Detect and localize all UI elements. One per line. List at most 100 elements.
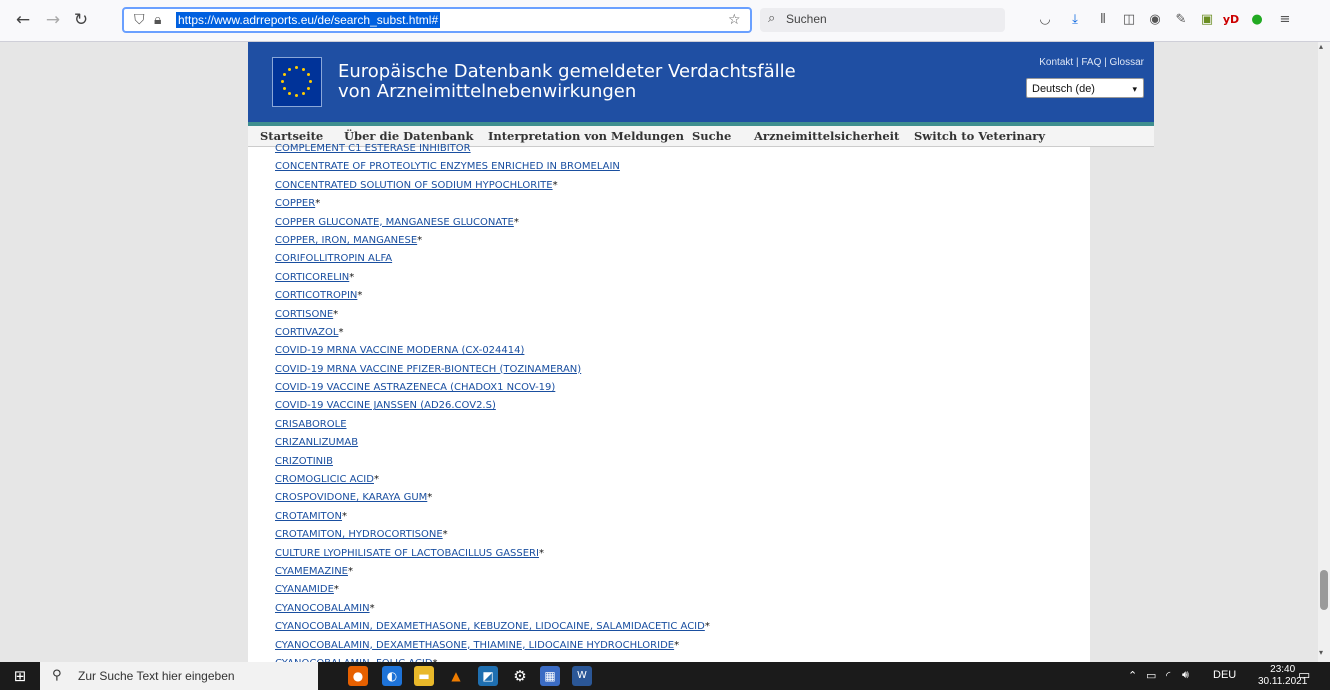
lock-icon[interactable]: 🔒︎ <box>154 11 161 29</box>
substance-link[interactable]: CULTURE LYOPHILISATE OF LACTOBACILLUS GA… <box>275 548 539 559</box>
windows-taskbar: ⊞ ⚲ Zur Suche Text hier eingeben ● ◐ ▬ ▲… <box>0 662 1330 690</box>
substance-link[interactable]: CROSPOVIDONE, KARAYA GUM <box>275 492 427 503</box>
scroll-down-icon[interactable]: ▾ <box>1319 648 1323 657</box>
shield-icon[interactable]: ⛉ <box>134 11 145 29</box>
list-item: CORTIVAZOL* <box>275 324 710 342</box>
battery-icon[interactable]: ▭ <box>1146 669 1156 682</box>
header-links: Kontakt | FAQ | Glossar <box>1039 57 1144 68</box>
substance-link[interactable]: COMPLEMENT C1 ESTERASE INHIBITOR <box>275 143 471 154</box>
address-bar[interactable]: ⛉ 🔒︎ https://www.adrreports.eu/de/search… <box>122 7 752 33</box>
eu-flag-logo[interactable] <box>272 57 322 107</box>
site-title: Europäische Datenbank gemeldeter Verdach… <box>338 62 796 102</box>
windows-start-icon[interactable]: ⊞ <box>0 662 40 690</box>
asterisk-marker: * <box>338 326 344 338</box>
scrollbar-thumb[interactable] <box>1320 570 1328 610</box>
substance-link[interactable]: CRISABOROLE <box>275 419 347 430</box>
calculator-icon[interactable]: ▦ <box>540 666 560 686</box>
settings-gear-icon[interactable]: ⚙ <box>510 666 530 686</box>
substance-link[interactable]: CRIZOTINIB <box>275 456 333 467</box>
url-text[interactable]: https://www.adrreports.eu/de/search_subs… <box>176 12 441 28</box>
substance-link[interactable]: COPPER, IRON, MANGANESE <box>275 235 417 246</box>
library-icon[interactable]: ⫴ <box>1094 11 1112 29</box>
substance-link[interactable]: CONCENTRATE OF PROTEOLYTIC ENZYMES ENRIC… <box>275 161 620 172</box>
volume-icon[interactable]: 🔊︎ <box>1182 669 1189 682</box>
extension-icon[interactable]: ✎ <box>1172 11 1190 29</box>
link-separator: | <box>1075 57 1079 68</box>
substance-link[interactable]: COVID-19 MRNA VACCINE MODERNA (CX-024414… <box>275 345 524 356</box>
substance-link[interactable]: CYAMEMAZINE <box>275 566 348 577</box>
file-explorer-icon[interactable]: ▬ <box>414 666 434 686</box>
list-item: COVID-19 MRNA VACCINE PFIZER-BIONTECH (T… <box>275 361 710 379</box>
notification-icon[interactable]: ▭ <box>1298 668 1310 683</box>
asterisk-marker: * <box>333 308 339 320</box>
forward-icon[interactable]: → <box>42 9 64 31</box>
substance-link[interactable]: COPPER GLUCONATE, MANGANESE GLUCONATE <box>275 217 514 228</box>
site-title-line2: von Arzneimittelnebenwirkungen <box>338 81 637 102</box>
sidebar-icon[interactable]: ◫ <box>1120 11 1138 29</box>
list-item: CROTAMITON* <box>275 508 710 526</box>
firefox-icon[interactable]: ● <box>348 666 368 686</box>
substance-link[interactable]: CORTISONE <box>275 309 333 320</box>
browser-search-field[interactable]: ⌕ Suchen <box>760 8 1005 32</box>
substance-link[interactable]: CRIZANLIZUMAB <box>275 437 358 448</box>
substance-link[interactable]: CONCENTRATED SOLUTION OF SODIUM HYPOCHLO… <box>275 180 553 191</box>
extension-icon[interactable]: ◉ <box>1146 11 1164 29</box>
list-item: COMPLEMENT C1 ESTERASE INHIBITOR <box>275 140 710 158</box>
contact-link[interactable]: Kontakt <box>1039 57 1073 68</box>
taskbar-search-placeholder: Zur Suche Text hier eingeben <box>78 669 235 683</box>
list-item: CROTAMITON, HYDROCORTISONE* <box>275 526 710 544</box>
list-item: CRIZOTINIB <box>275 453 710 471</box>
substance-list: COMPLEMENT C1 ESTERASE INHIBITOR CONCENTR… <box>275 140 710 662</box>
download-icon[interactable]: ⤓ <box>1066 11 1084 29</box>
wifi-icon[interactable]: ◜ <box>1166 669 1170 682</box>
nav-item-arzneimittelsicherheit[interactable]: Arzneimittelsicherheit <box>754 129 899 143</box>
taskbar-search-field[interactable]: ⚲ Zur Suche Text hier eingeben <box>40 662 318 690</box>
substance-link[interactable]: COVID-19 MRNA VACCINE PFIZER-BIONTECH (T… <box>275 364 581 375</box>
vlc-icon[interactable]: ▲ <box>446 666 466 686</box>
extension-icon[interactable]: ● <box>1248 11 1266 29</box>
messenger-icon[interactable]: ◐ <box>382 666 402 686</box>
substance-link[interactable]: CORIFOLLITROPIN ALFA <box>275 253 392 264</box>
asterisk-marker: * <box>674 639 680 651</box>
substance-link[interactable]: CORTICORELIN <box>275 272 349 283</box>
glossary-link[interactable]: Glossar <box>1110 57 1144 68</box>
substance-link[interactable]: CYANOCOBALAMIN, DEXAMETHASONE, THIAMINE,… <box>275 640 674 651</box>
list-item: COVID-19 VACCINE JANSSEN (AD26.COV2.S) <box>275 397 710 415</box>
substance-link[interactable]: COPPER <box>275 198 315 209</box>
asterisk-marker: * <box>442 529 448 541</box>
bookmark-star-icon[interactable]: ☆ <box>728 11 741 29</box>
substance-link[interactable]: COVID-19 VACCINE ASTRAZENECA (CHADOX1 NC… <box>275 382 555 393</box>
substance-link[interactable]: CYANAMIDE <box>275 584 334 595</box>
list-item: CORTICOTROPIN* <box>275 287 710 305</box>
word-icon[interactable]: W <box>572 666 592 686</box>
list-item: CRISABOROLE <box>275 416 710 434</box>
tray-chevron-icon[interactable]: ⌃ <box>1128 669 1137 682</box>
language-select[interactable]: Deutsch (de) ▾ <box>1026 78 1144 98</box>
substance-link[interactable]: CYANOCOBALAMIN <box>275 603 370 614</box>
substance-link[interactable]: CROMOGLICIC ACID <box>275 474 374 485</box>
substance-link[interactable]: CORTICOTROPIN <box>275 290 357 301</box>
pocket-icon[interactable]: ◡ <box>1036 11 1054 29</box>
scroll-up-icon[interactable]: ▴ <box>1319 42 1323 51</box>
input-language[interactable]: DEU <box>1213 669 1236 681</box>
faq-link[interactable]: FAQ <box>1081 57 1101 68</box>
substance-link[interactable]: CROTAMITON, HYDROCORTISONE <box>275 529 443 540</box>
list-item: CROSPOVIDONE, KARAYA GUM* <box>275 489 710 507</box>
extension-icon[interactable]: ▣ <box>1198 11 1216 29</box>
asterisk-marker: * <box>373 474 379 486</box>
asterisk-marker: * <box>417 234 423 246</box>
list-item: CYAMEMAZINE* <box>275 563 710 581</box>
yd-extension-icon[interactable]: yD <box>1222 11 1240 29</box>
menu-icon[interactable]: ≡ <box>1276 11 1294 29</box>
nav-item-switch-veterinary[interactable]: Switch to Veterinary <box>914 129 1045 143</box>
back-icon[interactable]: ← <box>12 9 34 31</box>
chevron-down-icon: ▾ <box>1132 84 1137 94</box>
substance-link[interactable]: CYANOCOBALAMIN, DEXAMETHASONE, KEBUZONE,… <box>275 621 705 632</box>
list-item: CYANOCOBALAMIN, DEXAMETHASONE, THIAMINE,… <box>275 637 710 655</box>
substance-link[interactable]: CROTAMITON <box>275 511 342 522</box>
substance-link[interactable]: COVID-19 VACCINE JANSSEN (AD26.COV2.S) <box>275 400 496 411</box>
page-scrollbar[interactable]: ▴ ▾ <box>1318 42 1330 662</box>
reload-icon[interactable]: ↻ <box>70 9 92 31</box>
substance-link[interactable]: CORTIVAZOL <box>275 327 338 338</box>
photos-icon[interactable]: ◩ <box>478 666 498 686</box>
